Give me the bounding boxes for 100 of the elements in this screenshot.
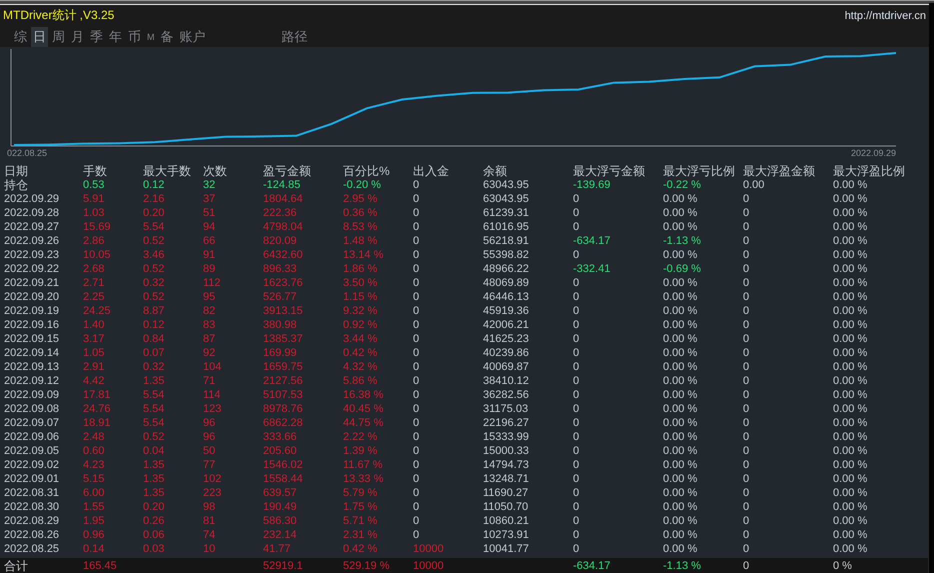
table-cell-text: 98 xyxy=(203,500,216,514)
table-cell-text: 24.25 xyxy=(83,304,112,318)
website-link[interactable]: http://mtdriver.cn xyxy=(844,10,926,22)
table-cell-text: 0 xyxy=(743,486,750,500)
table-cell-text: 0.84 xyxy=(143,332,166,346)
table-cell-text: 61239.31 xyxy=(483,206,530,220)
table-cell-text: 0.42 % xyxy=(343,542,378,556)
table-cell-text: 8.53 % xyxy=(343,220,378,234)
tab[interactable]: 路径 xyxy=(280,26,310,46)
table-cell-text: 0 xyxy=(743,192,750,206)
table-cell-text: 3.44 % xyxy=(343,332,378,346)
tab[interactable]: 季 xyxy=(88,26,105,46)
table-cell-text: 63043.95 xyxy=(483,178,530,192)
table-cell-text: 0.42 % xyxy=(343,346,378,360)
table-cell-text: 0 xyxy=(573,472,580,486)
table-cell-text: 32 xyxy=(203,178,216,192)
table-cell-text: 0.04 xyxy=(143,444,166,458)
table-cell-text: 1.55 xyxy=(83,500,106,514)
table-cell-text: 2.86 xyxy=(83,234,106,248)
tab[interactable]: 周 xyxy=(50,26,67,46)
table-cell-text: 0.00 % xyxy=(833,192,868,206)
table-cell-text: 8.87 xyxy=(143,304,166,318)
row-label: 持仓 xyxy=(4,178,29,192)
table-cell-text: 45919.36 xyxy=(483,304,530,318)
date-cell-text: 2022.09.29 xyxy=(4,192,60,206)
table-cell-text: 0 xyxy=(413,290,420,304)
table-cell-text: -1.13 % xyxy=(663,558,702,572)
tab[interactable]: M xyxy=(145,30,156,42)
tab[interactable]: 年 xyxy=(107,26,124,46)
table-cell-text: 63043.95 xyxy=(483,192,530,206)
row-label: 合计 xyxy=(4,558,29,572)
table-cell-text: 1.35 xyxy=(143,458,166,472)
table-cell-text: 5.15 xyxy=(83,472,106,486)
table-cell-text: 2127.56 xyxy=(263,374,304,388)
table-cell-text: 0.00 % xyxy=(833,360,868,374)
date-cell-text: 2022.09.01 xyxy=(4,472,60,486)
table-cell-text: 165.45 xyxy=(83,558,118,572)
table-cell-text: 205.60 xyxy=(263,444,298,458)
table-cell-text: 0.36 % xyxy=(343,206,378,220)
table-cell-text: 71 xyxy=(203,374,216,388)
table-cell-text: 0 xyxy=(573,332,580,346)
tab[interactable]: 币 xyxy=(126,26,143,46)
table-cell-text: 96 xyxy=(203,416,216,430)
table-cell-text: 0 xyxy=(413,304,420,318)
tab[interactable]: 综 xyxy=(12,26,29,46)
table-cell-text: 0.32 xyxy=(143,360,166,374)
table-cell-text: 0.53 xyxy=(83,178,106,192)
date-cell-text: 2022.08.25 xyxy=(4,542,60,556)
table-cell-text: 0 xyxy=(573,500,580,514)
table-cell-text: 0 xyxy=(413,374,420,388)
table-cell-text: 0 xyxy=(743,528,750,542)
table-cell-text: 36282.56 xyxy=(483,388,530,402)
table-cell-text: 2.22 % xyxy=(343,430,378,444)
table-cell-text: 0 xyxy=(743,430,750,444)
table-cell-text: -1.13 % xyxy=(663,234,702,248)
date-cell-text: 2022.08.30 xyxy=(4,500,60,514)
table-cell-text: 0.00 % xyxy=(833,318,868,332)
table-cell-text: 0 xyxy=(413,318,420,332)
table-cell-text: 0 xyxy=(413,346,420,360)
table-cell-text: 0.00 % xyxy=(833,178,868,192)
table-cell-text: 1.15 % xyxy=(343,290,378,304)
table-cell-text: 0 xyxy=(743,402,750,416)
date-cell-text: 2022.09.15 xyxy=(4,332,60,346)
table-cell-text: 0 xyxy=(743,558,750,572)
table-cell-text: 0 xyxy=(573,458,580,472)
table-cell-text: 526.77 xyxy=(263,290,298,304)
axis-label: 022.08.25 xyxy=(7,147,48,159)
table-cell-text: 10860.21 xyxy=(483,514,530,528)
table-cell-text: 0 xyxy=(413,262,420,276)
table-cell-text: 16.38 % xyxy=(343,388,384,402)
table-cell-text: 6432.60 xyxy=(263,248,304,262)
table-cell-text: 102 xyxy=(203,472,222,486)
table-cell-text: 0.00 % xyxy=(833,332,868,346)
table-cell-text: 0.00 % xyxy=(663,430,698,444)
table-cell-text: 0.00 % xyxy=(663,542,698,556)
table-cell-text: 10000 xyxy=(413,558,445,572)
table-cell-text: 13.33 % xyxy=(343,472,384,486)
table-cell-text: 0.12 xyxy=(143,318,166,332)
table-cell-text: 0.96 xyxy=(83,528,106,542)
table-cell-text: 222.36 xyxy=(263,206,298,220)
table-cell-text: 0.52 xyxy=(143,290,166,304)
table-cell-text: -634.17 xyxy=(573,234,612,248)
table-cell-text: 89 xyxy=(203,262,216,276)
tab[interactable]: 月 xyxy=(69,26,86,46)
table-cell-text: 52919.1 xyxy=(263,558,304,572)
date-cell-text: 2022.09.12 xyxy=(4,374,60,388)
table-cell-text: 2.31 % xyxy=(343,528,378,542)
date-cell-text: 2022.09.28 xyxy=(4,206,60,220)
table-cell-text: 0 xyxy=(413,458,420,472)
tab[interactable]: 日 xyxy=(31,26,48,46)
table-cell-text: 0.60 xyxy=(83,444,106,458)
table-cell-text: 0.00 % xyxy=(833,472,868,486)
table-cell-text: 1.39 % xyxy=(343,444,378,458)
table-cell-text: 0 xyxy=(413,332,420,346)
date-cell-text: 2022.09.06 xyxy=(4,430,60,444)
table-cell-text: 3.17 xyxy=(83,332,106,346)
table-cell-text: 1659.75 xyxy=(263,360,304,374)
tab[interactable]: 备 xyxy=(158,26,176,46)
table-cell-text: 0.00 % xyxy=(833,402,868,416)
tab[interactable]: 账户 xyxy=(178,26,208,46)
